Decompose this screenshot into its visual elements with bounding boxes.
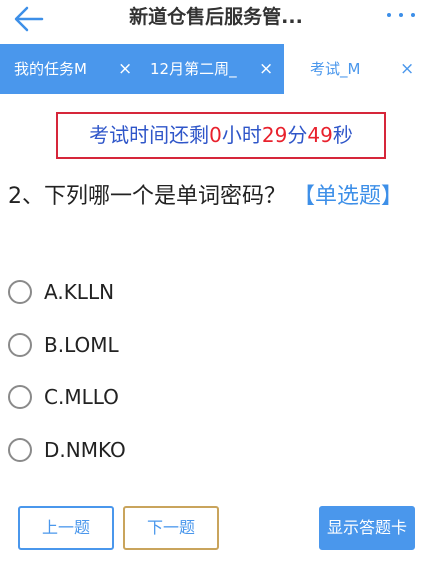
previous-question-button[interactable]: 上一题 (18, 506, 114, 550)
arrow-left-icon (14, 6, 44, 32)
question-type: 【单选题】 (293, 184, 404, 209)
more-dots-icon (387, 13, 391, 17)
timer-minutes-unit: 分 (287, 123, 308, 147)
radio-icon[interactable] (8, 385, 32, 409)
timer-hours-unit: 小时 (221, 123, 262, 147)
tab-my-tasks[interactable]: 我的任务M × (0, 44, 141, 94)
radio-icon[interactable] (8, 438, 32, 462)
option-d[interactable]: D.NMKO (8, 434, 308, 468)
option-label: C.MLLO (44, 385, 119, 409)
exam-timer: 考试时间还剩0小时29分49秒 (56, 112, 386, 159)
option-c[interactable]: C.MLLO (8, 381, 308, 415)
radio-icon[interactable] (8, 280, 32, 304)
tab-label: 考试_M (310, 60, 361, 78)
radio-icon[interactable] (8, 333, 32, 357)
timer-minutes: 29 (261, 123, 288, 147)
more-button[interactable] (384, 4, 418, 26)
timer-hours: 0 (209, 123, 222, 147)
option-label: A.KLLN (44, 280, 115, 304)
next-question-button[interactable]: 下一题 (123, 506, 219, 550)
option-b[interactable]: B.LOML (8, 329, 308, 363)
show-answer-card-button[interactable]: 显示答题卡 (319, 506, 415, 550)
tab-close-icon[interactable]: × (118, 59, 132, 79)
tab-label: 我的任务M (14, 60, 87, 78)
timer-prefix: 考试时间还剩 (89, 123, 210, 147)
page-title: 新道仓售后服务管... (129, 6, 303, 28)
tab-label: 12月第二周_ (150, 60, 237, 78)
tab-bar: 我的任务M × 12月第二周_ × 考试_M × (0, 44, 432, 94)
top-bar: 新道仓售后服务管... (0, 0, 432, 44)
timer-seconds-unit: 秒 (332, 123, 353, 147)
timer-seconds: 49 (307, 123, 333, 147)
question-stem: 2、下列哪一个是单词密码？ (8, 184, 286, 209)
more-dots-icon (411, 13, 415, 17)
tab-december-week-two[interactable]: 12月第二周_ × (141, 44, 282, 94)
tab-close-icon[interactable]: × (400, 59, 414, 79)
more-dots-icon (399, 13, 403, 17)
tab-close-icon[interactable]: × (259, 59, 273, 79)
back-button[interactable] (12, 2, 46, 36)
option-a[interactable]: A.KLLN (8, 276, 308, 310)
tab-exam[interactable]: 考试_M × (284, 44, 432, 94)
option-label: D.NMKO (44, 438, 126, 462)
option-label: B.LOML (44, 333, 119, 357)
question-text: 2、下列哪一个是单词密码？ 【单选题】 (8, 180, 418, 213)
